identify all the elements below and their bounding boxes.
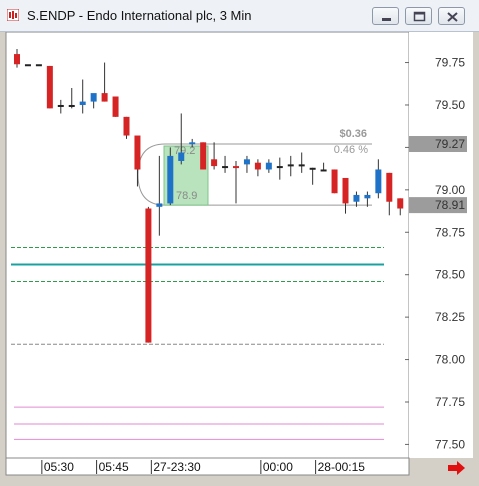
y-tick-label: 77.50 bbox=[435, 437, 465, 451]
y-tick-label: 79.00 bbox=[435, 183, 465, 197]
candle-body bbox=[211, 159, 218, 167]
x-tick-label: 05:30 bbox=[44, 460, 74, 474]
window-title: S.ENDP - Endo International plc, 3 Min bbox=[27, 8, 252, 23]
y-tick-label: 77.75 bbox=[435, 395, 465, 409]
candle-body bbox=[342, 177, 349, 204]
candle-body bbox=[156, 203, 163, 207]
x-tick-label: 05:45 bbox=[99, 460, 129, 474]
candle-body bbox=[167, 155, 174, 204]
y-tick-label: 79.50 bbox=[435, 98, 465, 112]
candle-body bbox=[46, 65, 53, 109]
candle-body bbox=[68, 104, 75, 107]
y-tick-label: 78.50 bbox=[435, 268, 465, 282]
chart-window: S.ENDP - Endo International plc, 3 Min $… bbox=[0, 0, 479, 486]
close-icon bbox=[447, 12, 458, 22]
candle-body bbox=[79, 101, 86, 105]
measure-bottom-label: 78.9 bbox=[176, 190, 197, 202]
candle-body bbox=[265, 162, 272, 170]
measure-change: $0.36 bbox=[339, 128, 367, 140]
candle-body bbox=[222, 166, 229, 169]
plot-background bbox=[5, 32, 410, 459]
candle[interactable] bbox=[46, 65, 53, 109]
candle-body bbox=[112, 96, 119, 117]
candle[interactable] bbox=[331, 169, 338, 194]
candle-body bbox=[243, 159, 250, 165]
candle-body bbox=[90, 93, 97, 102]
candle-body bbox=[320, 169, 327, 172]
candle[interactable] bbox=[167, 147, 174, 206]
price-marker-label: 79.27 bbox=[435, 137, 465, 151]
minimize-icon bbox=[382, 18, 391, 21]
price-marker: 78.91 bbox=[409, 197, 467, 214]
price-chart[interactable]: $0.360.46 %79.278.9 79.7579.5079.2579.00… bbox=[0, 32, 479, 486]
candle[interactable] bbox=[145, 206, 152, 343]
candle-body bbox=[145, 208, 152, 343]
candle-body bbox=[134, 135, 141, 170]
close-button[interactable] bbox=[438, 7, 465, 25]
candle-body bbox=[331, 169, 338, 194]
candle-body bbox=[123, 116, 130, 136]
price-marker: 79.27 bbox=[409, 136, 467, 153]
candle-body bbox=[364, 194, 371, 199]
candle-body bbox=[386, 172, 393, 202]
candle-body bbox=[397, 198, 404, 209]
y-tick-label: 78.25 bbox=[435, 310, 465, 324]
minimize-button[interactable] bbox=[372, 7, 399, 25]
price-marker-label: 78.91 bbox=[435, 198, 465, 212]
candle-body bbox=[276, 166, 283, 169]
candle-body bbox=[14, 54, 20, 65]
maximize-icon bbox=[413, 11, 426, 22]
candle-body bbox=[57, 104, 64, 107]
right-arrow-icon[interactable] bbox=[448, 461, 465, 475]
candle-body bbox=[35, 64, 42, 67]
candle-body bbox=[309, 167, 316, 170]
y-tick-label: 78.00 bbox=[435, 353, 465, 367]
x-tick-label: 28-00:15 bbox=[318, 460, 366, 474]
candle-body bbox=[353, 194, 360, 202]
candle[interactable] bbox=[200, 142, 207, 170]
y-tick-label: 79.75 bbox=[435, 56, 465, 70]
x-tick-label: 27-23:30 bbox=[153, 460, 201, 474]
candle-body bbox=[375, 169, 382, 194]
candle[interactable] bbox=[35, 64, 42, 67]
candle-body bbox=[254, 162, 261, 170]
candle[interactable] bbox=[112, 96, 119, 117]
candle-body bbox=[24, 64, 31, 67]
x-tick-label: 00:00 bbox=[263, 460, 293, 474]
candle-body bbox=[233, 166, 239, 169]
candle-body bbox=[178, 152, 185, 161]
candle-body bbox=[287, 164, 294, 167]
candle-body bbox=[200, 142, 207, 170]
y-tick-label: 78.75 bbox=[435, 225, 465, 239]
candle[interactable] bbox=[24, 64, 31, 67]
chart-app-icon bbox=[7, 9, 19, 21]
measure-change-pct: 0.46 % bbox=[334, 144, 368, 156]
candle-body bbox=[101, 93, 108, 102]
candle-body bbox=[189, 142, 196, 145]
candle-body bbox=[298, 164, 305, 167]
maximize-button[interactable] bbox=[405, 7, 432, 25]
title-bar[interactable]: S.ENDP - Endo International plc, 3 Min bbox=[0, 0, 479, 32]
